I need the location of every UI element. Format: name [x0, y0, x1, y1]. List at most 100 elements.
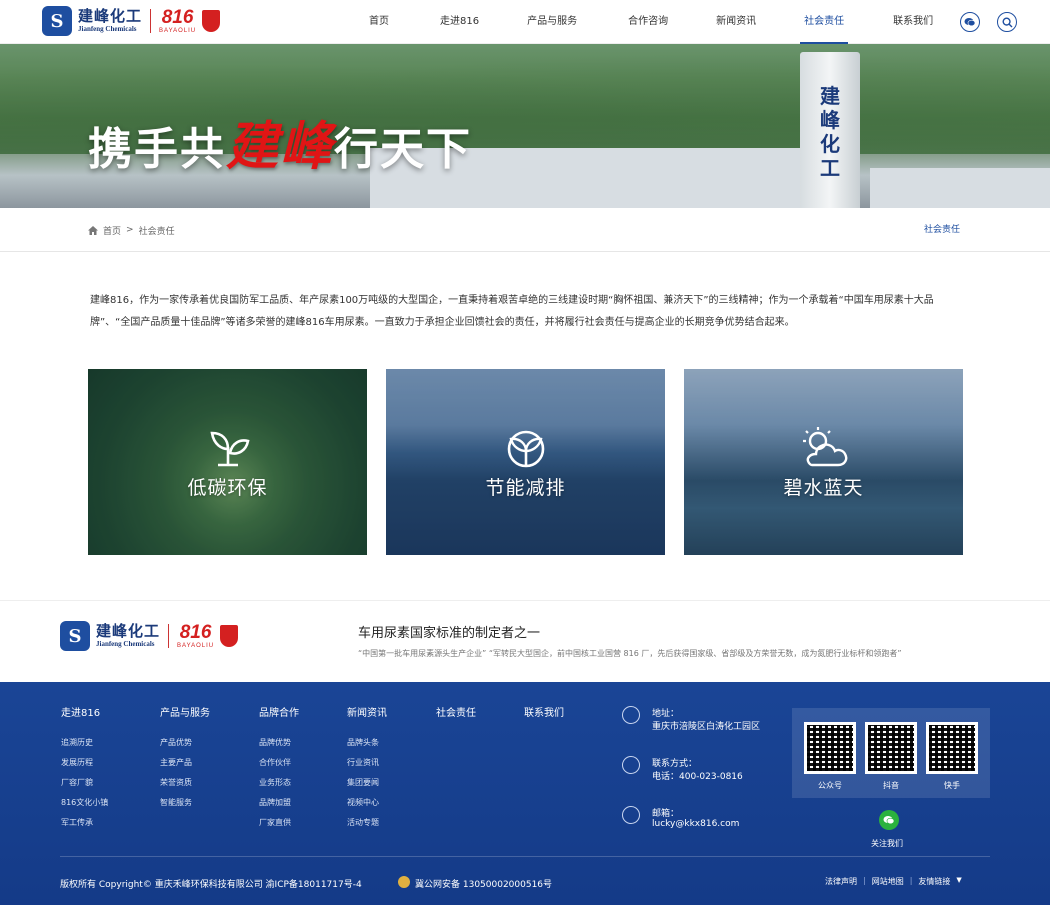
footer-link[interactable]: 活动专题: [347, 818, 387, 828]
brand-num: 816: [161, 7, 194, 28]
qr-label: 快手: [944, 781, 960, 790]
footer-link[interactable]: 816文化小镇: [61, 798, 108, 808]
brand-strip-subtitle: “中国第一批车用尿素源头生产企业” “军转民大型国企，前中国核工业国营 816 …: [358, 649, 902, 658]
footer-link[interactable]: 行业资讯: [347, 758, 387, 768]
footer-link[interactable]: 品牌加盟: [259, 798, 299, 808]
card-title: 碧水蓝天: [783, 476, 864, 499]
footer-col-news: 新闻资讯 品牌头条 行业资讯 集团要闻 视频中心 活动专题: [347, 704, 387, 838]
card-title: 节能减排: [485, 476, 566, 499]
police-badge-icon: [398, 876, 410, 888]
banner-plant-right: [870, 168, 1050, 208]
brand-strip: S 建峰化工 Jianfeng Chemicals 816 BAYAOLIU 车…: [0, 600, 1050, 682]
legal-link[interactable]: 法律声明: [825, 876, 857, 887]
footer-col-responsibility: 社会责任: [436, 704, 476, 738]
jianfeng-logo-icon: S: [42, 6, 72, 36]
site-logo[interactable]: S 建峰化工 Jianfeng Chemicals 816 BAYAOLIU: [42, 6, 221, 36]
logo-en: Jianfeng Chemicals: [96, 640, 155, 648]
nav-social-responsibility[interactable]: 社会责任: [800, 0, 849, 44]
logo-text: 建峰化工 Jianfeng Chemicals: [96, 624, 160, 648]
sitemap-link[interactable]: 网站地图: [872, 876, 904, 887]
nav-about[interactable]: 走进816: [440, 0, 479, 44]
footer-link[interactable]: 军工传承: [61, 818, 108, 828]
section-label[interactable]: 社会责任: [924, 208, 960, 252]
logo-divider: [168, 624, 170, 648]
footer-link[interactable]: 视频中心: [347, 798, 387, 808]
qr-code-icon: [926, 722, 978, 774]
contact-label: 地址：: [652, 709, 680, 719]
footer-link[interactable]: 追溯历史: [61, 738, 108, 748]
logo-cn: 建峰化工: [78, 7, 143, 25]
breadcrumb-current[interactable]: 社会责任: [139, 224, 175, 237]
footer-col-brand: 品牌合作 品牌优势 合作伙伴 业务形态 品牌加盟 厂家直供: [259, 704, 299, 838]
qr-label: 公众号: [818, 781, 842, 790]
police-record[interactable]: 冀公网安备 13050002000516号: [415, 877, 552, 890]
quality-badge-icon: [220, 625, 239, 647]
copyright: 版权所有 Copyright© 重庆禾峰环保科技有限公司 渝ICP备180117…: [60, 880, 362, 890]
footer-link[interactable]: 合作伙伴: [259, 758, 299, 768]
nav-contact[interactable]: 联系我们: [893, 0, 933, 44]
qr-label: 抖音: [883, 781, 899, 790]
nav-cooperation[interactable]: 合作咨询: [628, 0, 668, 44]
footer-col-head[interactable]: 新闻资讯: [347, 704, 387, 719]
footer-col-head[interactable]: 产品与服务: [160, 704, 210, 719]
footer-col-head[interactable]: 联系我们: [524, 704, 564, 719]
friend-links-dropdown[interactable]: 友情链接: [918, 876, 950, 887]
footer-link[interactable]: 主要产品: [160, 758, 210, 768]
quality-badge-icon: [202, 10, 221, 32]
wechat-follow-icon[interactable]: [879, 810, 899, 830]
footer-link[interactable]: 品牌头条: [347, 738, 387, 748]
leaf-circle-icon: [507, 430, 544, 467]
qr-code-icon: [804, 722, 856, 774]
card-low-carbon[interactable]: 低碳环保: [88, 369, 367, 555]
nav-news[interactable]: 新闻资讯: [716, 0, 756, 44]
footer-link[interactable]: 集团要闻: [347, 778, 387, 788]
footer-link[interactable]: 发展历程: [61, 758, 108, 768]
footer-divider: [60, 856, 990, 857]
logo-text: 建峰化工 Jianfeng Chemicals: [78, 9, 142, 33]
footer-col-head[interactable]: 品牌合作: [259, 704, 299, 719]
footer-link[interactable]: 厂容厂貌: [61, 778, 108, 788]
slogan-brand: 建峰: [226, 116, 335, 177]
footer-link[interactable]: 厂家直供: [259, 818, 299, 828]
site-header: S 建峰化工 Jianfeng Chemicals 816 BAYAOLIU 首…: [0, 0, 1050, 44]
wechat-follow-label[interactable]: 关注我们: [871, 838, 903, 849]
caret-down-icon[interactable]: ▼: [956, 876, 961, 887]
footer-link[interactable]: 智能服务: [160, 798, 210, 808]
breadcrumb-bar: 首页 > 社会责任 社会责任: [0, 208, 1050, 252]
footer-link[interactable]: 品牌优势: [259, 738, 299, 748]
footer-link[interactable]: 产品优势: [160, 738, 210, 748]
footer-col-head[interactable]: 走进816: [61, 704, 108, 719]
card-blue-sky[interactable]: 碧水蓝天: [684, 369, 963, 555]
link-separator: |: [863, 876, 866, 885]
nav-home[interactable]: 首页: [369, 0, 389, 44]
contact-label: 邮箱：: [652, 809, 680, 819]
brand-sub: BAYAOLIU: [159, 28, 197, 34]
footer-col-products: 产品与服务 产品优势 主要产品 荣誉资质 智能服务: [160, 704, 210, 818]
logo-divider: [150, 9, 152, 33]
footer-link[interactable]: 荣誉资质: [160, 778, 210, 788]
card-energy-saving[interactable]: 节能减排: [386, 369, 665, 555]
hero-banner: 建峰化工 携手共建峰行天下: [0, 44, 1050, 208]
footer-link[interactable]: 业务形态: [259, 778, 299, 788]
logo-en: Jianfeng Chemicals: [78, 25, 137, 33]
phone-icon: [622, 756, 640, 774]
contact-label: 联系方式：: [652, 759, 698, 769]
location-icon: [622, 706, 640, 724]
contact-value: 电话：400-023-0816: [652, 772, 743, 782]
contact-value: 重庆市涪陵区白涛化工园区: [652, 722, 761, 732]
footer-logo[interactable]: S 建峰化工 Jianfeng Chemicals 816 BAYAOLIU: [60, 621, 239, 651]
brand-strip-title: 车用尿素国家标准的制定者之一: [358, 626, 541, 641]
home-icon: [88, 225, 98, 235]
nav-products[interactable]: 产品与服务: [527, 0, 577, 44]
wechat-icon[interactable]: [960, 12, 980, 32]
footer-col-head[interactable]: 社会责任: [436, 704, 476, 719]
search-icon[interactable]: [997, 12, 1017, 32]
footer-col-about: 走进816 追溯历史 发展历程 厂容厂貌 816文化小镇 军工传承: [61, 704, 108, 838]
qr-code-icon: [865, 722, 917, 774]
email-icon: [622, 806, 640, 824]
brand-num: 816: [179, 622, 212, 643]
breadcrumb-home[interactable]: 首页: [103, 224, 121, 237]
main-nav: 首页 走进816 产品与服务 合作咨询 新闻资讯 社会责任 联系我们: [356, 0, 933, 44]
contact-value[interactable]: lucky@kkx816.com: [652, 819, 739, 829]
brand-816: 816 BAYAOLIU: [159, 8, 196, 34]
